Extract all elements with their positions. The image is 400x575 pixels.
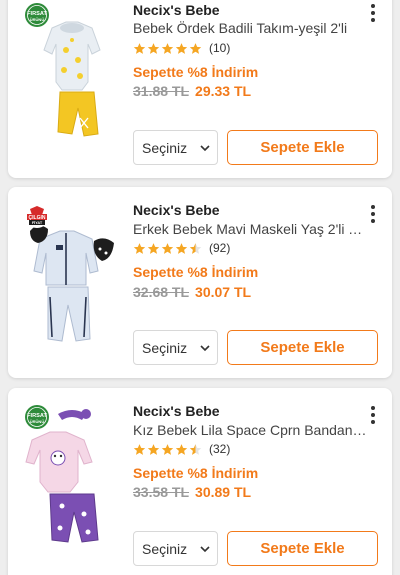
more-options-icon[interactable] bbox=[366, 4, 380, 22]
old-price: 33.58 TL bbox=[133, 484, 190, 500]
size-select[interactable]: Seçiniz bbox=[133, 330, 218, 365]
new-price: 29.33 TL bbox=[195, 83, 252, 99]
product-card[interactable]: FIRSAT ÜRÜNÜ Necix's Bebe Kız Bebek Lila… bbox=[8, 388, 392, 575]
product-name[interactable]: Kız Bebek Lila Space Cprn Bandanalı Badi… bbox=[133, 422, 367, 438]
star-half-icon bbox=[189, 443, 202, 455]
product-brand[interactable]: Necix's Bebe bbox=[133, 2, 220, 18]
star-icon bbox=[175, 242, 188, 254]
star-icon bbox=[161, 42, 174, 54]
review-count: (10) bbox=[209, 41, 231, 55]
chevron-down-icon bbox=[200, 345, 210, 352]
new-price: 30.89 TL bbox=[195, 484, 252, 500]
old-price: 31.88 TL bbox=[133, 83, 190, 99]
product-brand[interactable]: Necix's Bebe bbox=[133, 403, 220, 419]
review-count: (92) bbox=[209, 241, 231, 255]
promo-label: Sepette %8 İndirim bbox=[133, 64, 259, 80]
review-count: (32) bbox=[209, 442, 231, 456]
star-icon bbox=[161, 443, 174, 455]
size-select-label: Seçiniz bbox=[142, 339, 188, 356]
old-price: 32.68 TL bbox=[133, 284, 190, 300]
cilgin-badge-icon: ÇILGIN FİYAT bbox=[25, 204, 49, 228]
rating-stars bbox=[133, 242, 202, 255]
product-name[interactable]: Bebek Ördek Badili Takım-yeşil 2'li bbox=[133, 20, 367, 36]
product-card[interactable]: FIRSAT ÜRÜNÜ Necix's Bebe Bebek Ördek Ba… bbox=[8, 0, 392, 178]
product-image[interactable]: FIRSAT ÜRÜNÜ bbox=[22, 402, 120, 552]
star-icon bbox=[161, 242, 174, 254]
star-icon bbox=[175, 443, 188, 455]
rating-stars bbox=[133, 42, 202, 55]
product-rating: (32) bbox=[133, 441, 230, 457]
size-select[interactable]: Seçiniz bbox=[133, 531, 218, 566]
star-icon bbox=[175, 42, 188, 54]
add-to-cart-button[interactable]: Sepete Ekle bbox=[227, 330, 378, 365]
price-block: 31.88 TL 29.33 TL bbox=[133, 83, 251, 99]
add-to-cart-button[interactable]: Sepete Ekle bbox=[227, 130, 378, 165]
more-options-icon[interactable] bbox=[366, 406, 380, 424]
add-to-cart-button[interactable]: Sepete Ekle bbox=[227, 531, 378, 566]
chevron-down-icon bbox=[200, 145, 210, 152]
price-block: 32.68 TL 30.07 TL bbox=[133, 284, 251, 300]
svg-text:ÜRÜNÜ: ÜRÜNÜ bbox=[30, 17, 45, 22]
promo-label: Sepette %8 İndirim bbox=[133, 264, 259, 280]
product-name[interactable]: Erkek Bebek Mavi Maskeli Yaş 2'li Takım bbox=[133, 221, 367, 237]
star-icon bbox=[133, 443, 146, 455]
size-select-label: Seçiniz bbox=[142, 540, 188, 557]
star-icon bbox=[133, 42, 146, 54]
product-brand[interactable]: Necix's Bebe bbox=[133, 202, 220, 218]
new-price: 30.07 TL bbox=[195, 284, 252, 300]
star-icon bbox=[147, 242, 160, 254]
star-icon bbox=[147, 42, 160, 54]
price-block: 33.58 TL 30.89 TL bbox=[133, 484, 251, 500]
chevron-down-icon bbox=[200, 546, 210, 553]
star-icon bbox=[133, 242, 146, 254]
more-options-icon[interactable] bbox=[366, 205, 380, 223]
rating-stars bbox=[133, 443, 202, 456]
firsat-badge-icon: FIRSAT ÜRÜNÜ bbox=[25, 405, 49, 429]
product-rating: (92) bbox=[133, 240, 230, 256]
promo-label: Sepette %8 İndirim bbox=[133, 465, 259, 481]
product-card[interactable]: ÇILGIN FİYAT Necix's Bebe Erkek Bebek Ma… bbox=[8, 187, 392, 378]
product-rating: (10) bbox=[133, 40, 230, 56]
size-select-label: Seçiniz bbox=[142, 139, 188, 156]
product-image[interactable]: FIRSAT ÜRÜNÜ bbox=[22, 0, 120, 150]
star-icon bbox=[147, 443, 160, 455]
firsat-badge-icon: FIRSAT ÜRÜNÜ bbox=[25, 3, 49, 27]
product-image[interactable]: ÇILGIN FİYAT bbox=[22, 201, 120, 351]
size-select[interactable]: Seçiniz bbox=[133, 130, 218, 165]
star-icon bbox=[189, 42, 202, 54]
svg-text:FİYAT: FİYAT bbox=[32, 221, 43, 225]
svg-text:ÜRÜNÜ: ÜRÜNÜ bbox=[30, 419, 45, 424]
star-half-icon bbox=[189, 242, 202, 254]
